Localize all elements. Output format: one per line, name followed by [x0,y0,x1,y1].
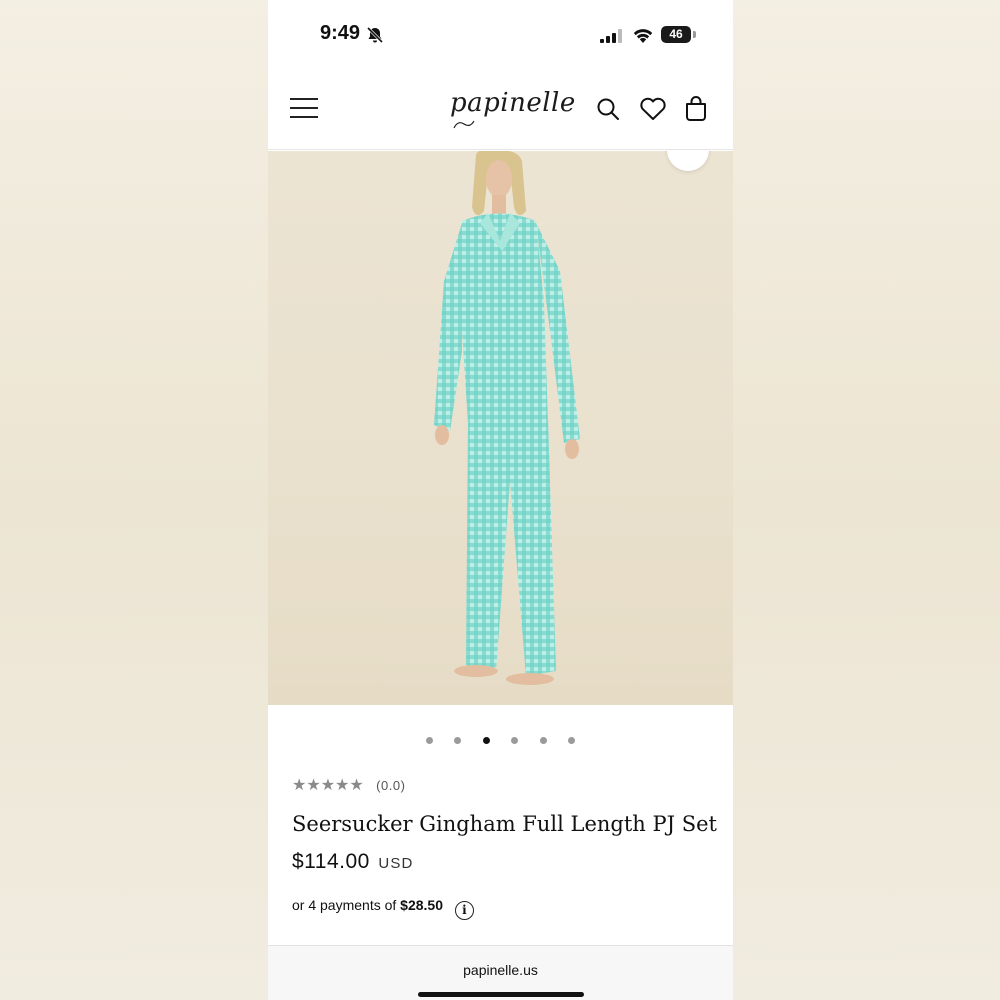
bell-muted-icon [366,26,384,44]
site-header: papinelle [268,70,733,150]
carousel-dot[interactable] [454,737,462,744]
battery-indicator: 46 [661,26,691,43]
carousel-dots [268,731,733,744]
bag-icon[interactable] [684,95,708,122]
wifi-icon [633,29,653,43]
price-row: $114.00 USD [292,850,414,874]
info-icon[interactable]: i [454,901,474,920]
installment-offer: or 4 payments of $28.50 i [292,897,474,920]
home-indicator[interactable] [418,992,584,997]
status-bar: 9:49 46 [268,0,733,70]
logo-flourish [453,120,475,129]
image-wishlist-button[interactable] [667,151,709,171]
rating-value: (0.0) [376,777,406,793]
heart-icon[interactable] [639,97,667,121]
carousel-dot[interactable] [425,737,433,744]
product-rating[interactable]: ★★★★★ (0.0) [292,775,406,794]
carousel-dot[interactable] [539,737,547,744]
status-time: 9:49 [320,22,361,44]
installment-amount: $28.50 [400,897,443,913]
product-price: $114.00 [292,850,370,873]
price-currency: USD [378,855,414,872]
background-blur-right [732,0,1000,1000]
battery-tip [693,31,696,38]
installment-prefix: or 4 payments of [292,897,397,913]
carousel-dot[interactable] [568,737,576,744]
url-text[interactable]: papinelle.us [268,946,733,978]
model-photo [434,151,580,685]
carousel-dot[interactable] [511,737,519,744]
search-icon[interactable] [596,97,620,121]
brand-logo[interactable]: papinelle [450,88,576,118]
cellular-signal-icon [600,29,622,43]
product-image[interactable] [268,151,733,705]
rating-stars-icon: ★★★★★ [292,777,364,794]
product-title: Seersucker Gingham Full Length PJ Set [292,812,717,836]
menu-icon[interactable] [290,98,318,120]
background-blur-left [0,0,268,1000]
phone-screen: 9:49 46 papinelle ★★★★★ (0.0) Seersucker… [268,0,733,1000]
carousel-dot-active[interactable] [482,737,490,744]
